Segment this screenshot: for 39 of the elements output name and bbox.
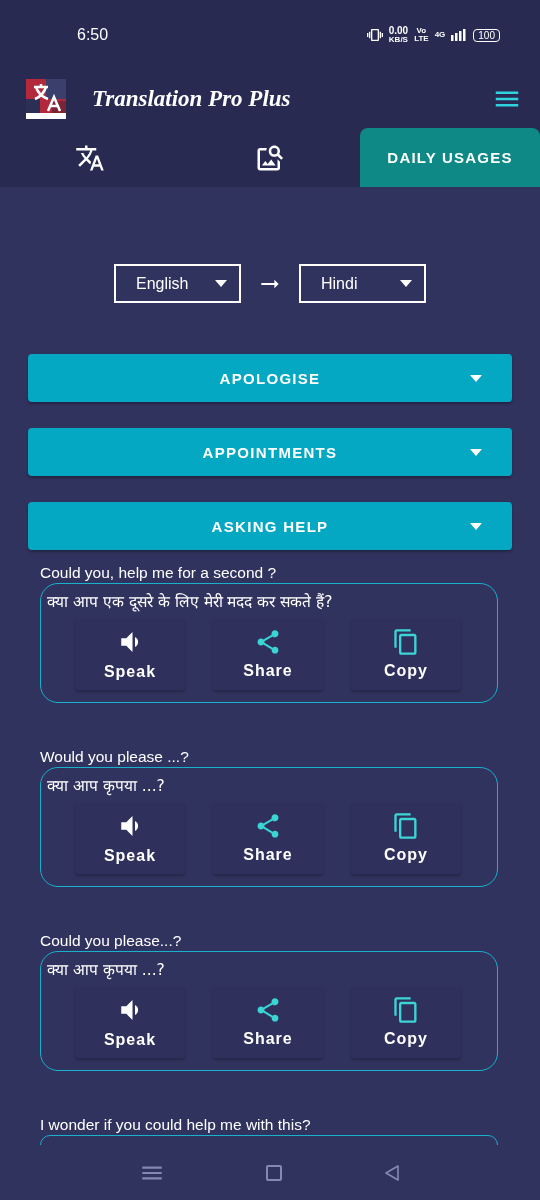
tab[interactable]: DAILY USAGES	[360, 128, 540, 187]
copy-button[interactable]: Copy	[351, 802, 461, 874]
english-phrase: I wonder if you could help me with this?	[40, 1116, 312, 1134]
caret-icon	[215, 280, 227, 287]
hindi-translation: क्या आप कृपया ...?	[47, 960, 166, 980]
caret-icon	[470, 523, 482, 530]
status-time: 6:50	[77, 26, 109, 44]
english-phrase: Could you please...?	[40, 932, 183, 950]
copy-icon	[392, 812, 420, 840]
copy-icon	[392, 628, 420, 656]
speak-button[interactable]: Speak	[75, 618, 185, 690]
copy-button[interactable]: Copy	[351, 986, 461, 1058]
source-language-dropdown[interactable]: English	[114, 264, 241, 303]
network-type: 4G	[434, 31, 446, 39]
copy-button[interactable]: Copy	[351, 618, 461, 690]
network-speed: 0.00	[388, 26, 409, 36]
speak-button[interactable]: Speak	[75, 802, 185, 874]
speed-unit: KB/S	[388, 36, 408, 44]
vibrate-icon	[366, 27, 383, 43]
signal-icon	[451, 29, 468, 41]
caret-icon	[470, 449, 482, 456]
copy-icon	[392, 996, 420, 1024]
hindi-translation: क्या आप एक दूसरे के लिए मेरी मदद कर सकते हैं?	[47, 592, 334, 612]
english-phrase: Could you, help me for a second ?	[40, 564, 278, 582]
logo-icon	[26, 79, 66, 119]
hindi-translation: क्या आप कृपया ...?	[47, 776, 166, 796]
app-title: Translation Pro Plus	[92, 86, 292, 112]
english-phrase: Would you please ...?	[40, 748, 190, 766]
share-button[interactable]: Share	[213, 986, 323, 1058]
battery-level: 100	[473, 28, 500, 42]
caret-icon	[470, 375, 482, 382]
target-language-dropdown[interactable]: Hindi	[299, 264, 426, 303]
speak-button[interactable]: Speak	[75, 986, 185, 1058]
caret-icon	[400, 280, 412, 287]
lte-label: LTE	[414, 35, 429, 43]
share-button[interactable]: Share	[213, 618, 323, 690]
volte-label: Vo	[416, 27, 427, 35]
back-icon[interactable]	[383, 1163, 402, 1182]
share-button[interactable]: Share	[213, 802, 323, 874]
